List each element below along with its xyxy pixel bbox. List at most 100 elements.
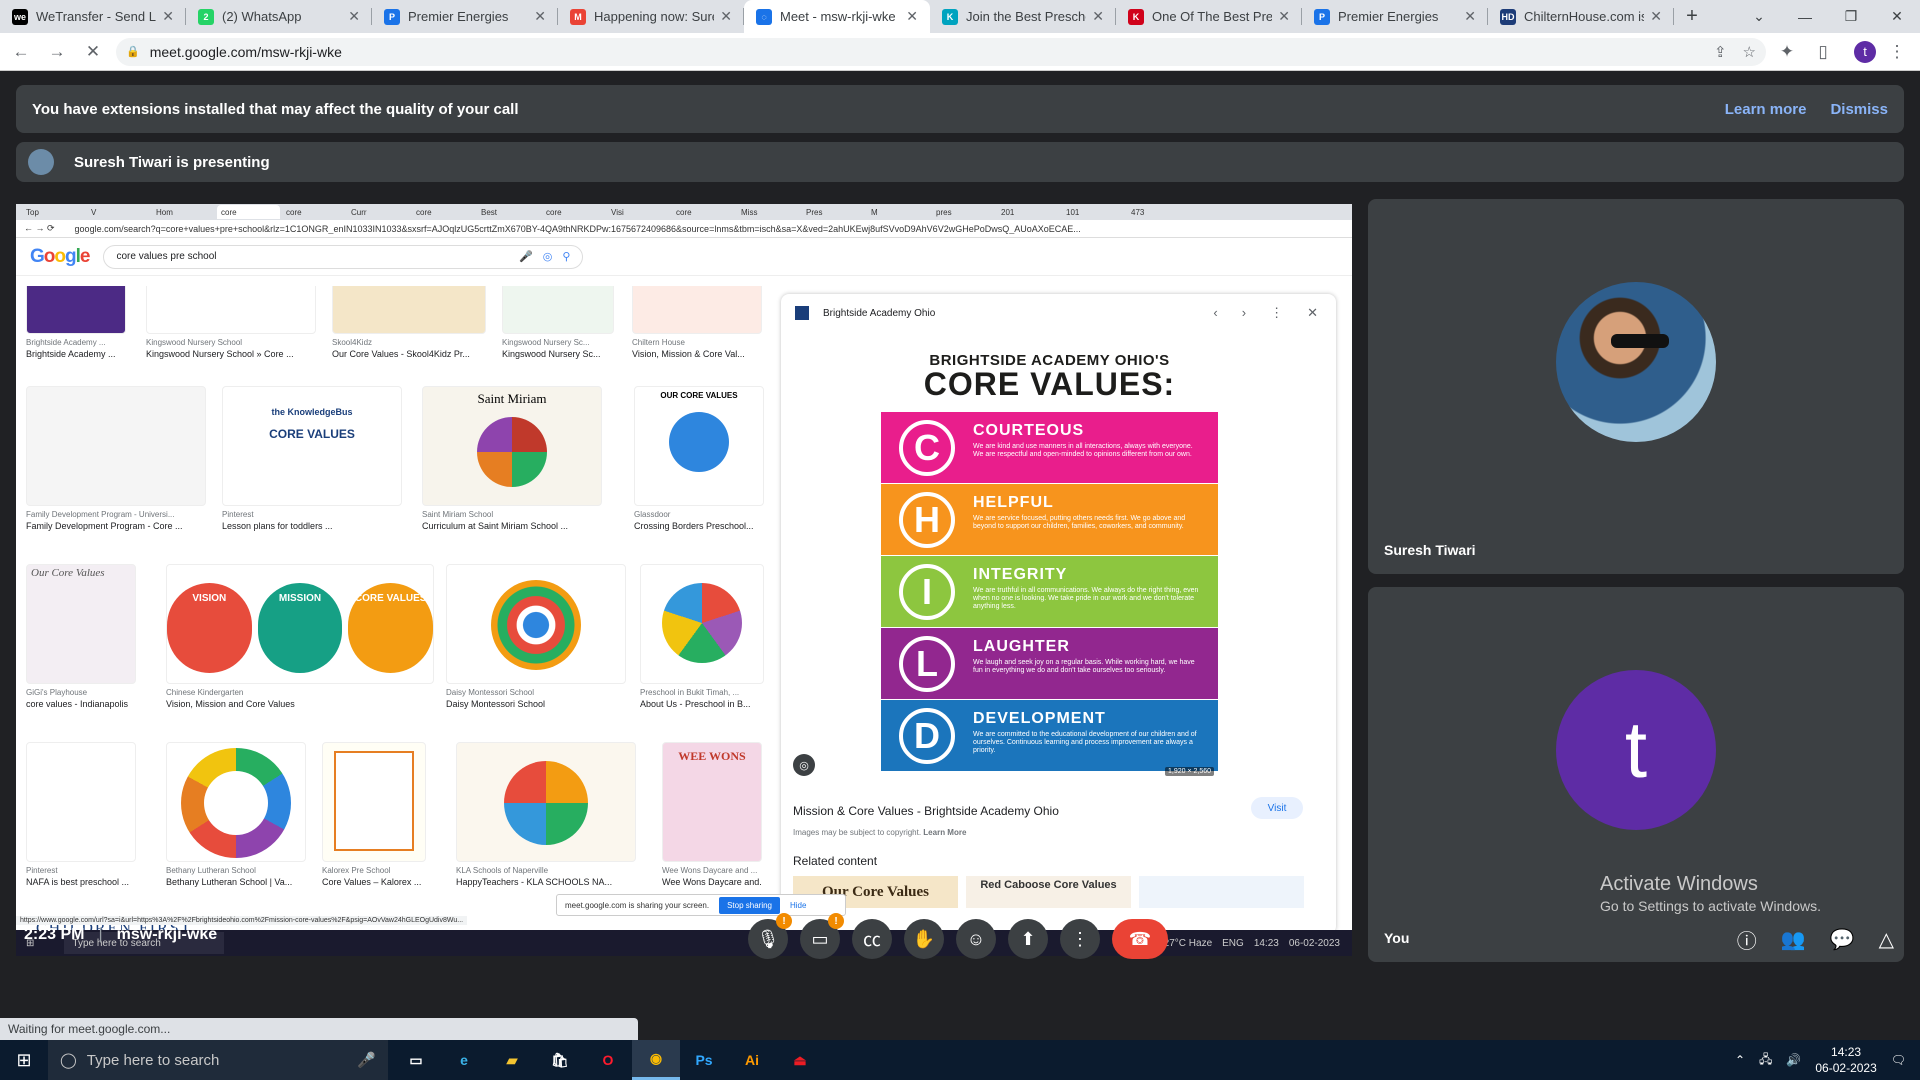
search-circle-icon: ◯	[60, 1052, 77, 1069]
meet-control-bar: 2:23 PM | msw-rkji-wke 🎙! ▭! ㏄ ✋ ☺ ⬆ ⋮ ☎…	[0, 902, 1920, 997]
acrobat-icon[interactable]: ⏏	[776, 1040, 824, 1080]
address-bar[interactable]: 🔒 meet.google.com/msw-rkji-wke ⇪ ☆	[116, 37, 1766, 66]
browser-tab[interactable]: M Happening now: Sures ✕	[558, 0, 744, 33]
opera-icon[interactable]: O	[584, 1040, 632, 1080]
result-thumbnail: Our Core Values	[26, 564, 136, 684]
value-letter: D	[899, 708, 955, 764]
thumb-text: CORE VALUES	[348, 583, 433, 673]
raise-hand-button[interactable]: ✋	[904, 919, 944, 959]
result-caption: Family Development Program - Core ...	[26, 521, 183, 531]
illustrator-icon[interactable]: Ai	[728, 1040, 776, 1080]
learn-more-link[interactable]: Learn more	[1725, 101, 1807, 118]
browser-tab[interactable]: K Join the Best Preschoo ✕	[930, 0, 1116, 33]
thumb-text: WEE WONS	[678, 749, 746, 763]
close-tab-icon[interactable]: ✕	[1650, 8, 1662, 25]
browser-tab[interactable]: HD ChilternHouse.com is ✕	[1488, 0, 1674, 33]
close-tab-icon[interactable]: ✕	[720, 8, 732, 25]
value-desc: We are committed to the educational deve…	[973, 731, 1197, 754]
dismiss-button[interactable]: Dismiss	[1830, 101, 1888, 118]
result-caption: Daisy Montessori School	[446, 699, 546, 709]
image-title-2: CORE VALUES:	[923, 366, 1176, 402]
photoshop-icon[interactable]: Ps	[680, 1040, 728, 1080]
image-preview-panel: Brightside Academy Ohio ‹ › ⋮ ✕ BRIGHTSI…	[781, 294, 1336, 934]
close-tab-icon[interactable]: ✕	[1278, 8, 1290, 25]
store-icon[interactable]: 🛍	[536, 1040, 584, 1080]
forward-icon[interactable]: →	[42, 42, 72, 62]
result-caption: Vision, Mission and Core Values	[166, 699, 295, 709]
result-thumbnail	[640, 564, 764, 684]
profile-avatar[interactable]: t	[1854, 40, 1876, 63]
tab-title: Meet - msw-rkji-wke	[780, 9, 896, 24]
close-tab-icon[interactable]: ✕	[1464, 8, 1476, 25]
people-icon[interactable]: 👥	[1781, 927, 1806, 952]
taskbar-clock[interactable]: 14:23 06-02-2023	[1815, 1044, 1876, 1076]
lock-icon[interactable]: 🔒	[126, 45, 140, 58]
result-thumbnail	[26, 386, 206, 506]
shared-screen[interactable]: Top V Hom core core Curr core Best core Visi core M…	[16, 204, 1352, 956]
file-explorer-icon[interactable]: ▰	[488, 1040, 536, 1080]
new-tab-icon[interactable]: +	[1674, 0, 1710, 33]
tab-title: Premier Energies	[1338, 9, 1439, 24]
taskbar-search[interactable]: ◯ Type here to search 🎤	[48, 1040, 388, 1080]
info-icon[interactable]: ⓘ	[1737, 925, 1757, 954]
side-panel-icon[interactable]: ▯	[1808, 42, 1838, 62]
chrome-icon[interactable]: ◉	[632, 1040, 680, 1080]
maximize-icon[interactable]: ❐	[1828, 0, 1874, 33]
close-window-icon[interactable]: ✕	[1874, 0, 1920, 33]
browser-tab[interactable]: P Premier Energies ✕	[372, 0, 558, 33]
captions-button[interactable]: ㏄	[852, 919, 892, 959]
browser-tab[interactable]: 2 (2) WhatsApp ✕	[186, 0, 372, 33]
close-tab-icon[interactable]: ✕	[534, 8, 546, 25]
browser-tab[interactable]: K One Of The Best Presc ✕	[1116, 0, 1302, 33]
browser-tab[interactable]: we WeTransfer - Send Larg ✕	[0, 0, 186, 33]
network-icon[interactable]: 🖧	[1759, 1050, 1772, 1071]
close-tab-icon[interactable]: ✕	[1092, 8, 1104, 25]
edge-icon[interactable]: e	[440, 1040, 488, 1080]
emoji-icon: ☺	[966, 928, 986, 949]
camera-button[interactable]: ▭!	[800, 913, 844, 959]
browser-menu-icon[interactable]: ⋮	[1882, 42, 1912, 62]
emoji-button[interactable]: ☺	[956, 919, 996, 959]
close-tab-icon[interactable]: ✕	[162, 8, 174, 25]
minimize-icon[interactable]: —	[1782, 0, 1828, 33]
result-source: Family Development Program - Universi...	[26, 510, 175, 519]
present-button[interactable]: ⬆	[1008, 919, 1048, 959]
activities-icon[interactable]: △	[1879, 927, 1894, 952]
whatsapp-icon: 2	[198, 8, 214, 25]
window-controls: ⌄ — ❐ ✕	[1736, 0, 1920, 33]
image-results-grid: Brightside Academy ... Brightside Academy…	[16, 286, 784, 936]
browser-tab[interactable]: P Premier Energies ✕	[1302, 0, 1488, 33]
image-result: Kalorex Pre School Core Values – Kalorex …	[322, 742, 426, 887]
close-tab-icon[interactable]: ✕	[906, 8, 918, 25]
image-result: Kingswood Nursery Sc... Kingswood Nursery…	[502, 286, 614, 359]
leave-call-button[interactable]: ☎	[1112, 919, 1168, 959]
tab-search-icon[interactable]: ⌄	[1736, 0, 1782, 33]
taskbar-apps: ▭ e ▰ 🛍 O ◉ Ps Ai ⏏	[392, 1040, 824, 1080]
mic-button[interactable]: 🎙!	[748, 913, 792, 959]
browser-tab[interactable]: ◌ Meet - msw-rkji-wke ✕	[744, 0, 930, 33]
taskbar-search-text: Type here to search	[86, 1051, 220, 1069]
image-result: Skool4Kidz Our Core Values - Skool4Kidz P…	[332, 286, 486, 359]
task-view-icon[interactable]: ▭	[392, 1040, 440, 1080]
volume-icon[interactable]: 🔊	[1786, 1053, 1801, 1067]
shared-tab: core	[546, 207, 562, 217]
participant-tile-suresh[interactable]: Suresh Tiwari	[1368, 199, 1904, 574]
close-tab-icon[interactable]: ✕	[348, 8, 360, 25]
image-result: Saint Miriam Saint Miriam School Curriculu…	[422, 386, 602, 531]
notifications-icon[interactable]: 🗨	[1891, 1053, 1906, 1067]
bookmark-star-icon[interactable]: ☆	[1743, 43, 1756, 61]
windows-taskbar: ⊞ ◯ Type here to search 🎤 ▭ e ▰ 🛍 O ◉ Ps…	[0, 1040, 1920, 1080]
chat-icon[interactable]: 💬	[1830, 927, 1855, 952]
back-icon[interactable]: ←	[6, 42, 36, 62]
thumb-text: Our Core Values	[31, 567, 105, 579]
value-desc: We laugh and seek joy on a regular basis…	[973, 659, 1195, 674]
windows-start-icon[interactable]: ⊞	[0, 1050, 48, 1071]
share-icon[interactable]: ⇪	[1714, 43, 1727, 61]
extensions-icon[interactable]: ✦	[1772, 42, 1802, 62]
search-query: core values pre school	[116, 251, 217, 262]
more-options-button[interactable]: ⋮	[1060, 919, 1100, 959]
stop-loading-icon[interactable]: ✕	[78, 42, 108, 62]
image-result: the KnowledgeBus CORE VALUES Pinterest Less…	[222, 386, 402, 531]
tray-chevron-icon[interactable]: ⌃	[1735, 1053, 1745, 1067]
tab-title: (2) WhatsApp	[222, 9, 302, 24]
